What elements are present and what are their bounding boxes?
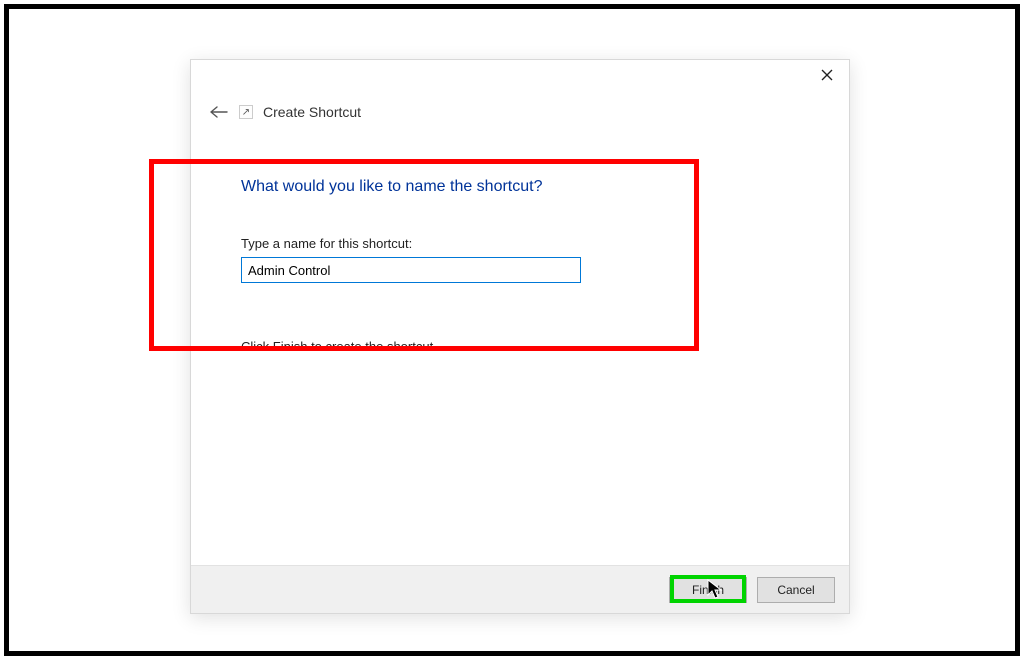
shortcut-name-label: Type a name for this shortcut: bbox=[241, 236, 799, 251]
create-shortcut-dialog: ↗ Create Shortcut What would you like to… bbox=[190, 59, 850, 614]
wizard-title: Create Shortcut bbox=[263, 104, 361, 120]
finish-button[interactable]: Finish bbox=[669, 577, 747, 603]
close-icon bbox=[821, 69, 833, 81]
dialog-footer: Finish Cancel bbox=[191, 565, 849, 613]
shortcut-name-input[interactable] bbox=[241, 257, 581, 283]
dialog-header: ↗ Create Shortcut bbox=[191, 96, 849, 122]
back-button[interactable] bbox=[209, 102, 229, 122]
finish-hint: Click Finish to create the shortcut. bbox=[241, 339, 799, 354]
page-frame: ↗ Create Shortcut What would you like to… bbox=[4, 4, 1020, 656]
dialog-content: What would you like to name the shortcut… bbox=[191, 122, 849, 565]
dialog-titlebar bbox=[191, 60, 849, 96]
cancel-button[interactable]: Cancel bbox=[757, 577, 835, 603]
shortcut-icon: ↗ bbox=[239, 105, 253, 119]
page-heading: What would you like to name the shortcut… bbox=[241, 178, 799, 196]
close-button[interactable] bbox=[805, 60, 849, 90]
back-arrow-icon bbox=[210, 106, 228, 118]
